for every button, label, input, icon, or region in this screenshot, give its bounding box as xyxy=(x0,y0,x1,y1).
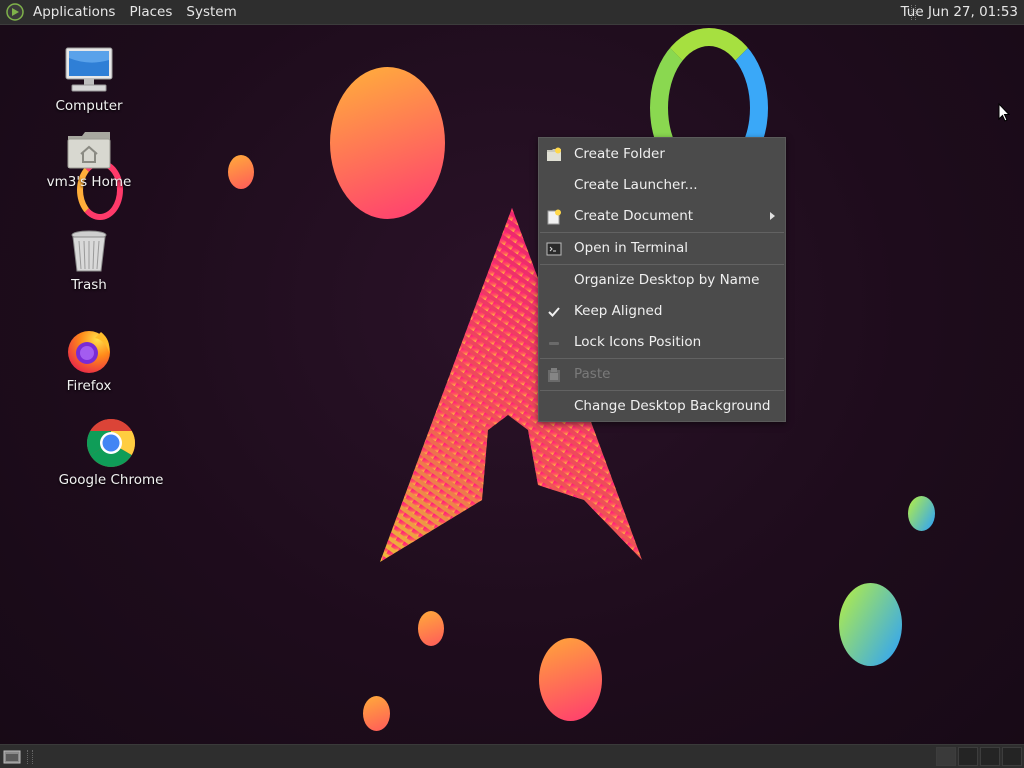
desktop-icon-google-chrome[interactable]: Google Chrome xyxy=(58,418,164,488)
menu-item-organize-desktop-by-name[interactable]: Organize Desktop by Name xyxy=(539,265,785,296)
menu-item-paste: Paste xyxy=(539,359,785,390)
applications-logo-icon xyxy=(6,3,24,21)
show-desktop-icon[interactable] xyxy=(3,749,21,764)
menu-item-label: Paste xyxy=(574,366,611,382)
desktop-icon-trash[interactable]: Trash xyxy=(54,229,124,293)
home-folder-icon xyxy=(67,132,111,169)
places-menu[interactable]: Places xyxy=(122,0,179,25)
menu-item-label: Keep Aligned xyxy=(574,303,663,319)
chrome-icon xyxy=(86,419,136,468)
wallpaper-orb xyxy=(418,611,444,646)
bottom-panel xyxy=(0,744,1024,768)
new-folder-icon xyxy=(547,147,561,161)
wallpaper-orb xyxy=(330,67,445,219)
menu-item-label: Change Desktop Background xyxy=(574,398,771,414)
desktop-icon-label: Computer xyxy=(55,98,123,114)
checkmark-icon xyxy=(548,307,560,317)
desktop-icon-home[interactable]: vm3's Home xyxy=(44,130,134,190)
menu-item-create-folder[interactable]: Create Folder xyxy=(539,139,785,170)
lock-icon xyxy=(549,342,559,345)
wallpaper-orb xyxy=(908,496,935,531)
desktop-icon-firefox[interactable]: Firefox xyxy=(54,326,124,394)
desktop-icon-label: Google Chrome xyxy=(58,472,164,488)
clock[interactable]: Tue Jun 27, 01:53 xyxy=(901,0,1018,25)
menu-item-label: Organize Desktop by Name xyxy=(574,272,760,288)
paste-icon xyxy=(548,368,560,382)
panel-handle[interactable] xyxy=(27,750,33,764)
menu-item-label: Open in Terminal xyxy=(574,240,688,256)
mouse-pointer-icon xyxy=(998,103,1010,122)
menu-item-label: Lock Icons Position xyxy=(574,334,702,350)
menu-item-label: Create Launcher... xyxy=(574,177,698,193)
menu-item-open-in-terminal[interactable]: Open in Terminal xyxy=(539,233,785,264)
desktop-context-menu: Create Folder Create Launcher... Create … xyxy=(538,137,786,422)
menu-item-create-document[interactable]: Create Document xyxy=(539,201,785,232)
applications-menu[interactable]: Applications xyxy=(26,0,122,25)
workspace-3[interactable] xyxy=(980,747,1000,766)
menu-item-keep-aligned[interactable]: Keep Aligned xyxy=(539,296,785,327)
desktop-icon-label: Firefox xyxy=(66,378,112,394)
submenu-arrow-icon xyxy=(770,212,775,220)
terminal-icon xyxy=(546,242,562,256)
system-menu[interactable]: System xyxy=(179,0,243,25)
desktop-icon-computer[interactable]: Computer xyxy=(48,46,130,114)
desktop-background[interactable]: Computer vm3's Home Trash Firefox Google… xyxy=(0,0,1024,768)
trash-icon xyxy=(71,230,107,272)
wallpaper-orb xyxy=(228,155,254,189)
desktop-icon-label: vm3's Home xyxy=(46,174,132,190)
menu-item-label: Create Document xyxy=(574,208,694,224)
menu-item-lock-icons-position[interactable]: Lock Icons Position xyxy=(539,327,785,358)
menu-item-change-desktop-background[interactable]: Change Desktop Background xyxy=(539,391,785,422)
new-document-icon xyxy=(547,209,561,225)
desktop-icon-label: Trash xyxy=(71,277,107,293)
menu-item-label: Create Folder xyxy=(574,146,665,162)
wallpaper-orb xyxy=(839,583,902,666)
wallpaper-orb xyxy=(539,638,602,721)
workspace-1[interactable] xyxy=(936,747,956,766)
workspace-2[interactable] xyxy=(958,747,978,766)
computer-icon xyxy=(65,47,113,92)
menu-item-create-launcher[interactable]: Create Launcher... xyxy=(539,170,785,201)
workspace-4[interactable] xyxy=(1002,747,1022,766)
wallpaper-orb xyxy=(363,696,390,731)
firefox-icon xyxy=(68,331,110,373)
top-panel: Applications Places System Tue Jun 27, 0… xyxy=(0,0,1024,25)
